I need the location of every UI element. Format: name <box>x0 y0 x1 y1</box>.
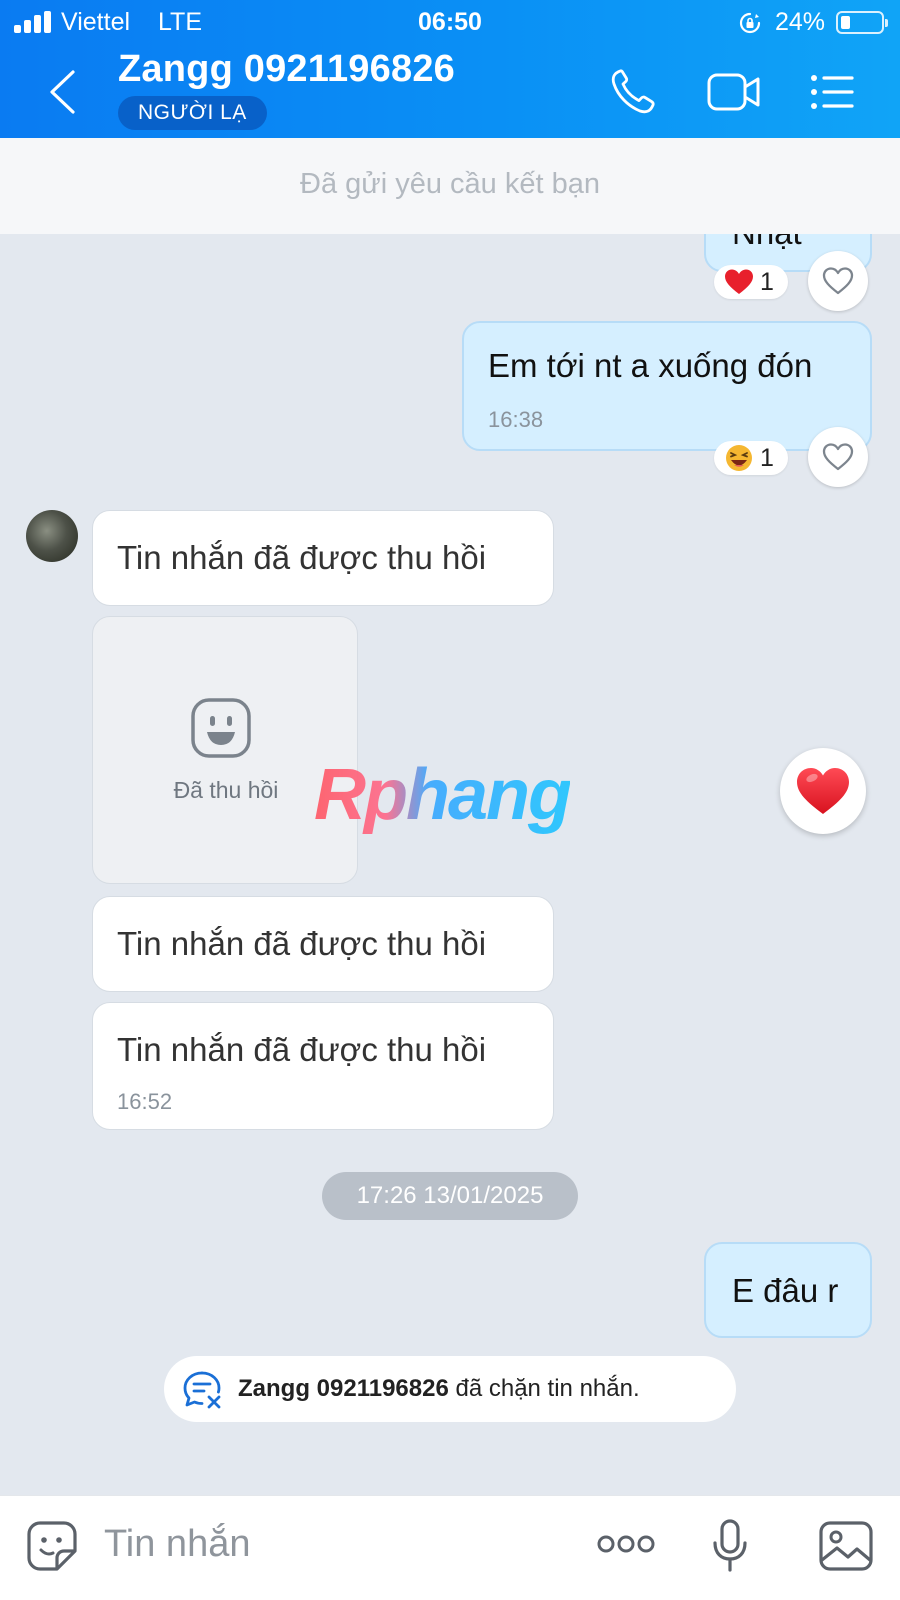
phone-icon[interactable] <box>606 66 662 118</box>
laughing-face-icon <box>726 445 752 471</box>
reaction-badge[interactable]: 1 <box>714 441 788 475</box>
red-heart-icon <box>797 768 849 814</box>
battery-percent: 24% <box>775 8 826 36</box>
recalled-message-text: Tin nhắn đã được thu hồi <box>117 1031 487 1068</box>
battery-icon <box>836 11 888 34</box>
rotation-lock-icon <box>739 12 761 34</box>
blocked-notice: Zangg 0921196826 đã chặn tin nhắn. <box>164 1356 736 1422</box>
friend-request-status: Đã gửi yêu cầu kết bạn <box>0 138 900 234</box>
more-dots-icon[interactable] <box>596 1532 656 1556</box>
message-time: 16:38 <box>488 407 544 432</box>
contact-avatar[interactable] <box>26 510 78 562</box>
recalled-message-text: Tin nhắn đã được thu hồi <box>117 925 487 962</box>
heart-reaction-button[interactable] <box>780 748 866 834</box>
status-bar: Viettel LTE 06:50 24% <box>0 0 900 44</box>
message-text: E đâu r <box>732 1272 839 1309</box>
message-bubble-incoming[interactable]: Tin nhắn đã được thu hồi <box>92 510 554 606</box>
microphone-icon[interactable] <box>712 1518 748 1574</box>
watermark-logo: Rphang <box>314 755 572 835</box>
sticker-icon[interactable] <box>26 1520 78 1572</box>
reaction-count: 1 <box>760 268 774 296</box>
reaction-badge[interactable]: 1 <box>714 265 788 299</box>
battery-level-fill <box>841 16 850 29</box>
status-time: 06:50 <box>418 8 482 36</box>
heart-outline-icon <box>822 267 854 295</box>
back-icon[interactable] <box>40 66 88 118</box>
menu-list-icon[interactable] <box>808 66 864 118</box>
blocked-notice-message: đã chặn tin nhắn. <box>455 1375 640 1402</box>
chat-blocked-icon <box>183 1371 221 1409</box>
heart-outline-icon <box>822 443 854 471</box>
like-reaction-button[interactable] <box>808 251 868 311</box>
video-call-icon[interactable] <box>706 66 762 118</box>
reaction-count: 1 <box>760 444 774 472</box>
smiley-face-icon <box>191 698 251 758</box>
message-input[interactable] <box>104 1516 564 1572</box>
contact-name[interactable]: Zangg 0921196826 <box>118 48 455 91</box>
message-input-bar <box>0 1495 900 1600</box>
message-bubble-outgoing[interactable]: E đâu r <box>704 1242 872 1338</box>
message-bubble-incoming[interactable]: Tin nhắn đã được thu hồi <box>92 896 554 992</box>
image-icon[interactable] <box>818 1520 874 1572</box>
stranger-badge: NGƯỜI LẠ <box>118 96 267 130</box>
message-time: 16:52 <box>117 1089 173 1114</box>
like-reaction-button[interactable] <box>808 427 868 487</box>
recalled-sticker-card[interactable]: Đã thu hồi <box>92 616 358 884</box>
red-heart-icon <box>725 269 753 294</box>
date-separator: 17:26 13/01/2025 <box>322 1172 578 1220</box>
blocked-notice-name: Zangg 0921196826 <box>238 1375 449 1402</box>
chat-header: Viettel LTE 06:50 24% Zangg 0921196826 N… <box>0 0 900 138</box>
recalled-message-text: Tin nhắn đã được thu hồi <box>117 539 487 576</box>
message-text: Em tới nt a xuống đón <box>488 347 813 384</box>
message-bubble-outgoing[interactable]: Em tới nt a xuống đón 16:38 <box>462 321 872 451</box>
blocked-notice-text: Zangg 0921196826 đã chặn tin nhắn. <box>238 1356 640 1422</box>
message-bubble-incoming[interactable]: Tin nhắn đã được thu hồi 16:52 <box>92 1002 554 1130</box>
